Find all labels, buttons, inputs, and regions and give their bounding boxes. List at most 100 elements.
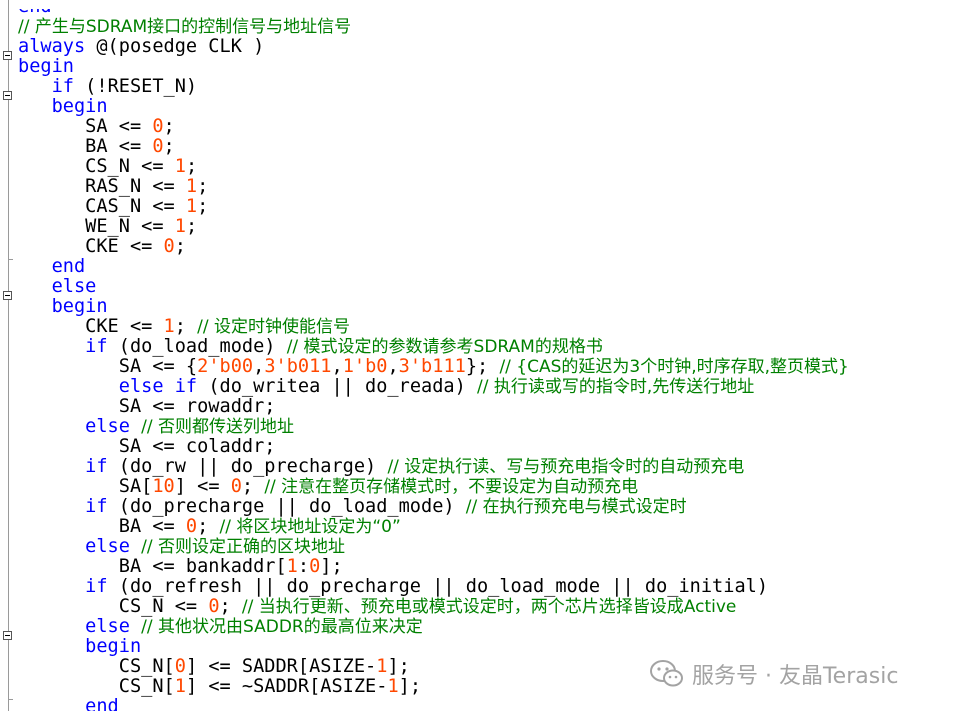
code-line[interactable]: if (do_load_mode) // 模式设定的参数请参考SDRAM的规格书	[18, 336, 849, 358]
code-keyword: if	[85, 496, 108, 517]
code-line[interactable]: SA <= 0;	[18, 117, 849, 137]
code-text: ;	[197, 176, 209, 197]
code-text: BA <= bankaddr[	[18, 556, 287, 577]
code-area[interactable]: end// 产生与SDRAM接口的控制信号与地址信号 always @(posed…	[18, 0, 849, 711]
code-keyword: begin	[18, 56, 74, 77]
code-line[interactable]: // 产生与SDRAM接口的控制信号与地址信号	[18, 17, 849, 37]
code-number: 0	[152, 136, 164, 157]
fold-end-marker	[8, 259, 13, 260]
code-text: ] <=	[174, 476, 231, 497]
code-line[interactable]: BA <= 0;	[18, 137, 849, 157]
code-keyword: begin	[51, 96, 108, 117]
code-text: BA <=	[18, 516, 186, 537]
code-text: ];	[320, 556, 343, 577]
code-text: ;	[174, 236, 186, 257]
code-line[interactable]: end	[18, 257, 849, 277]
code-line[interactable]: if (do_precharge || do_load_mode) // 在执行…	[18, 496, 849, 518]
fold-toggle-begin-else[interactable]	[3, 291, 12, 300]
code-line[interactable]: else // 其他状况由SADDR的最高位来决定	[18, 616, 849, 638]
code-keyword: end	[51, 256, 86, 277]
code-comment: // 将区块地址设定为“0”	[219, 517, 401, 537]
code-line[interactable]: begin	[18, 57, 849, 77]
code-text: ;	[163, 136, 175, 157]
code-text: };	[465, 356, 500, 377]
code-line[interactable]: else // 否则都传送列地址	[18, 416, 849, 438]
code-text: SA[	[18, 476, 153, 497]
fold-toggle-begin-csn[interactable]	[3, 631, 12, 640]
code-line[interactable]: end	[18, 9, 849, 17]
code-line[interactable]: WE_N <= 1;	[18, 217, 849, 237]
code-comment: // 模式设定的参数请参考SDRAM的规格书	[286, 337, 603, 357]
code-comment: // 当执行更新、预充电或模式设定时，两个芯片选择皆设成Active	[241, 597, 737, 617]
code-editor[interactable]: end// 产生与SDRAM接口的控制信号与地址信号 always @(posed…	[0, 0, 977, 711]
code-line[interactable]: begin	[18, 297, 849, 317]
code-keyword: if	[51, 76, 74, 97]
code-keyword: always	[18, 36, 86, 57]
code-text: ,	[387, 356, 399, 377]
code-comment: // 其他状况由SADDR的最高位来决定	[141, 617, 423, 637]
code-number: 1	[174, 156, 186, 177]
code-line[interactable]: if (do_rw || do_precharge) // 设定执行读、写与预充…	[18, 457, 849, 478]
code-comment: // 注意在整页存储模式时，不要设定为自动预充电	[264, 477, 639, 497]
code-number: 0	[163, 236, 175, 257]
code-number: 1'b0	[342, 356, 388, 377]
code-line[interactable]: CS_N <= 1;	[18, 157, 849, 177]
code-text: ;	[197, 516, 220, 537]
code-line[interactable]: else if (do_writea || do_reada) // 执行读或写…	[18, 376, 849, 398]
code-line[interactable]: if (!RESET_N)	[18, 77, 849, 97]
code-text: ];	[387, 656, 410, 677]
code-line[interactable]: CKE <= 1; // 设定时钟使能信号	[18, 317, 849, 338]
code-text: ;	[185, 216, 198, 237]
fold-toggle-begin-reset[interactable]	[3, 91, 12, 100]
code-text: ;	[185, 156, 198, 177]
code-text: (!RESET_N)	[73, 76, 198, 97]
code-line[interactable]: end	[18, 697, 849, 711]
code-number: 0	[185, 516, 198, 537]
code-line[interactable]: SA <= rowaddr;	[18, 397, 849, 417]
code-text: ] <= SADDR[ASIZE-	[185, 656, 377, 677]
code-line[interactable]: SA <= {2'b00,3'b011,1'b0,3'b111}; // {CA…	[18, 356, 849, 378]
code-line[interactable]: SA <= coladdr;	[18, 437, 849, 457]
code-keyword: else	[85, 416, 130, 437]
code-text: ;	[163, 116, 175, 137]
code-line[interactable]: BA <= 0; // 将区块地址设定为“0”	[18, 516, 849, 538]
code-text: ];	[398, 676, 422, 697]
code-text: ,	[331, 356, 343, 377]
code-comment: // 否则都传送列地址	[141, 417, 295, 437]
code-number: 1	[174, 676, 186, 697]
code-text: CS_N[	[18, 656, 175, 677]
fold-toggle-begin-always[interactable]	[3, 51, 12, 60]
code-comment: // 否则设定正确的区块地址	[141, 537, 346, 557]
code-line[interactable]: else // 否则设定正确的区块地址	[18, 537, 849, 558]
wechat-logo-icon	[650, 660, 683, 687]
code-line[interactable]: SA[10] <= 0; // 注意在整页存储模式时，不要设定为自动预充电	[18, 476, 849, 498]
code-number: 0	[230, 476, 242, 497]
code-line[interactable]: BA <= bankaddr[1:0];	[18, 557, 849, 577]
code-text: ;	[219, 596, 242, 617]
code-line[interactable]: CS_N <= 0; // 当执行更新、预充电或模式设定时，两个芯片选择皆设成A…	[18, 596, 849, 618]
code-line[interactable]: CAS_N <= 1;	[18, 197, 849, 217]
fold-gutter	[0, 0, 16, 711]
code-line[interactable]: CKE <= 0;	[18, 237, 849, 257]
code-line[interactable]: always @(posedge CLK )	[18, 37, 849, 57]
code-line[interactable]: begin	[18, 97, 849, 117]
code-line[interactable]: if (do_refresh || do_precharge || do_loa…	[18, 577, 849, 597]
code-comment: // 执行读或写的指令时,先传送行地址	[477, 377, 755, 397]
code-text: ,	[253, 356, 265, 377]
code-keyword: end	[85, 696, 119, 711]
code-line[interactable]: RAS_N <= 1;	[18, 177, 849, 197]
code-keyword: begin	[85, 636, 142, 657]
code-number: 1	[387, 676, 399, 697]
code-line[interactable]: else	[18, 277, 849, 297]
code-line[interactable]: begin	[18, 637, 849, 657]
code-text: WE_N <=	[18, 216, 175, 237]
